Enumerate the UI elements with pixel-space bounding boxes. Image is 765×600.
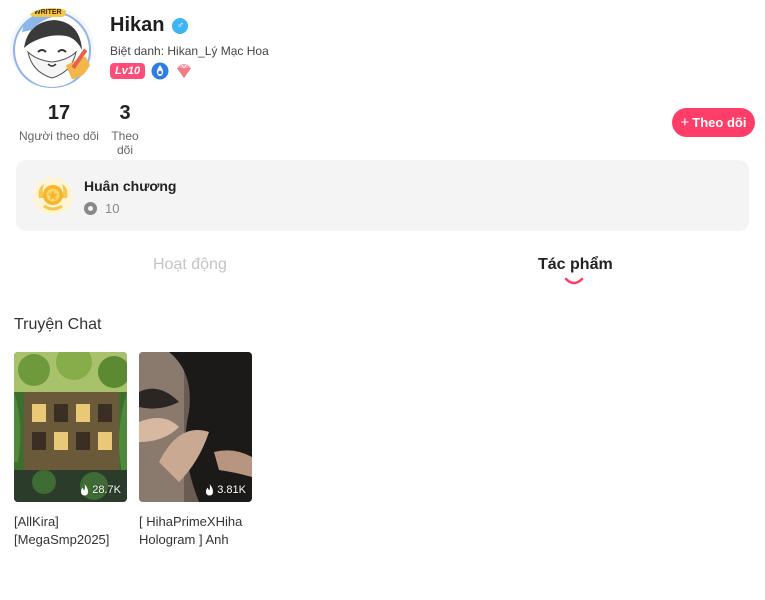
tab-activity[interactable]: Hoạt động [153, 256, 227, 274]
follow-stats: 17 Người theo dõi 3 Theo dõi [16, 102, 148, 157]
level-badge[interactable]: Lv10 [110, 63, 146, 79]
avatar[interactable]: WRITER [10, 8, 94, 88]
following-label: Theo dõi [111, 129, 139, 157]
story-views: 28.7K [79, 484, 121, 496]
pink-gem-badge-icon[interactable] [175, 62, 193, 80]
name-block: Hikan ♂ Biệt danh: Hikan_Lý Mạc Hoa Lv10 [110, 14, 269, 80]
following-stat[interactable]: 3 Theo dõi [102, 102, 148, 157]
name-row: Hikan ♂ [110, 14, 269, 37]
fire-icon [206, 484, 214, 496]
fire-icon [81, 484, 89, 496]
story-title: [ HihaPrimeXHiha Hologram ] Anh [139, 514, 243, 547]
medal-card[interactable]: Huân chương 10 [16, 160, 749, 231]
tab-works[interactable]: Tác phẩm [538, 256, 613, 274]
nickname: Biệt danh: Hikan_Lý Mạc Hoa [110, 44, 269, 58]
writer-badge: WRITER [30, 8, 66, 17]
following-count: 3 [119, 102, 131, 124]
story-card[interactable]: 3.81K [ HihaPrimeXHiha Hologram ] Anh [139, 352, 252, 549]
medal-count: 10 [105, 201, 120, 216]
story-cover: 3.81K [139, 352, 252, 502]
medal-count-row: 10 [84, 201, 119, 216]
tab-active-indicator [564, 277, 584, 285]
story-cover-image [139, 352, 252, 502]
follow-button-label: Theo dõi [692, 115, 747, 130]
story-cover-image [14, 352, 127, 502]
story-views-count: 3.81K [217, 484, 246, 496]
plus-icon: + [680, 114, 690, 131]
medal-title: Huân chương [84, 178, 177, 194]
followers-count: 17 [47, 102, 71, 124]
story-card[interactable]: 28.7K [AllKira] [MegaSmp2025] [14, 352, 127, 549]
username: Hikan [110, 14, 165, 36]
profile-tabs: Hoạt động Tác phẩm [0, 250, 765, 290]
section-title-chat-stories: Truyện Chat [14, 316, 102, 333]
story-views-count: 28.7K [92, 484, 121, 496]
medal-icon [33, 177, 73, 215]
medal-count-icon [84, 202, 97, 215]
male-icon: ♂ [172, 17, 189, 34]
follow-button[interactable]: + Theo dõi [672, 108, 755, 137]
badge-row: Lv10 [110, 62, 269, 80]
followers-stat[interactable]: 17 Người theo dõi [16, 102, 102, 157]
followers-label: Người theo dõi [19, 129, 99, 143]
story-title: [AllKira] [MegaSmp2025] [14, 514, 110, 547]
blue-drop-badge-icon[interactable] [151, 62, 169, 80]
story-views: 3.81K [204, 484, 246, 496]
story-cover: 28.7K [14, 352, 127, 502]
profile-header: WRITER Hikan ♂ Biệt danh: Hikan_Lý Mạc H… [10, 8, 310, 90]
avatar-image [13, 11, 92, 88]
